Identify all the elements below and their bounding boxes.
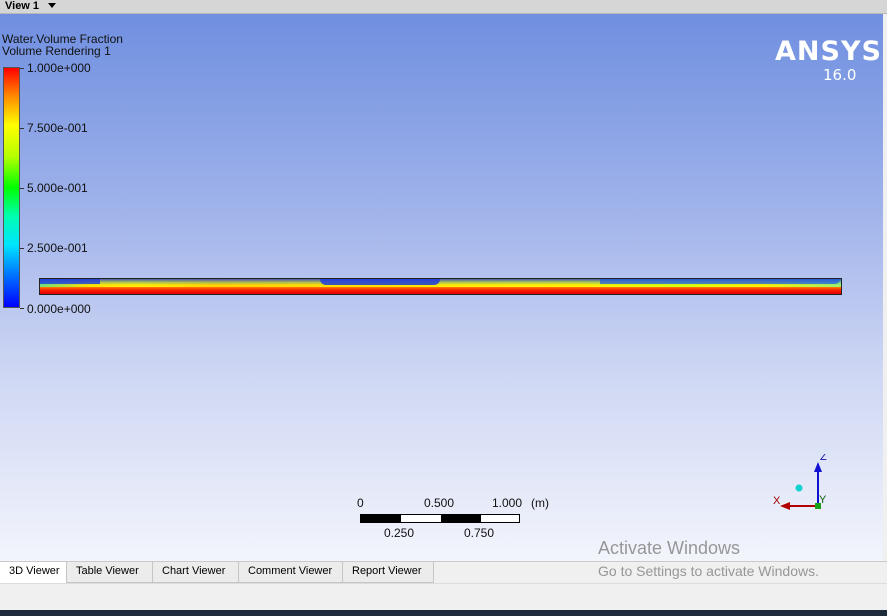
activate-windows-subtitle: Go to Settings to activate Windows. [598, 563, 819, 579]
scale-bar [360, 514, 520, 523]
x-axis-arrow [780, 502, 790, 510]
x-axis-label: X [773, 495, 781, 507]
domain-water-layer [40, 287, 841, 294]
colorbar-tick-label: 2.500e-001 [27, 241, 88, 255]
scale-label: 0.250 [384, 526, 415, 540]
colorbar-tick [20, 68, 24, 69]
volume-rendering-domain[interactable] [39, 278, 842, 295]
view-header: View 1 [0, 0, 887, 14]
scale-segment [361, 515, 401, 522]
tab-3d-viewer[interactable]: 3D Viewer [0, 562, 67, 584]
tab-table-viewer[interactable]: Table Viewer [67, 562, 153, 583]
view-title: View 1 [5, 0, 40, 12]
taskbar-edge [0, 610, 887, 616]
chevron-down-icon[interactable] [48, 3, 56, 8]
3d-viewport[interactable]: Water.Volume Fraction Volume Rendering 1… [0, 14, 883, 561]
domain-region [320, 279, 440, 285]
colorbar-tick [20, 248, 24, 249]
scale-label: 0 [357, 496, 364, 510]
colorbar-tick-label: 5.000e-001 [27, 181, 88, 195]
z-axis-arrow [814, 462, 822, 472]
scale-label: 1.000 [492, 496, 523, 510]
domain-region [40, 279, 100, 284]
colorbar-tick [20, 308, 24, 309]
z-axis-label: Z [820, 454, 827, 463]
colorbar-tick-label: 1.000e+000 [27, 61, 91, 75]
colorbar-tick [20, 188, 24, 189]
colorbar-tick-label: 7.500e-001 [27, 121, 88, 135]
scale-label: 0.500 [424, 496, 455, 510]
scale-unit: (m) [531, 496, 549, 510]
y-axis-label: Y [819, 494, 827, 506]
legend-subtitle: Volume Rendering 1 [2, 44, 111, 58]
tab-comment-viewer[interactable]: Comment Viewer [239, 562, 343, 583]
scale-segment [441, 515, 481, 522]
colorbar-tick [20, 128, 24, 129]
tab-report-viewer[interactable]: Report Viewer [343, 562, 434, 583]
domain-region [600, 279, 840, 284]
scale-label: 0.750 [464, 526, 495, 540]
tab-chart-viewer[interactable]: Chart Viewer [153, 562, 239, 583]
colorbar [3, 67, 20, 308]
ansys-logo: ANSYS [775, 36, 882, 67]
origin-sphere [795, 484, 803, 492]
ansys-version: 16.0 [823, 66, 857, 84]
axis-triad[interactable]: Z X Y [770, 454, 850, 534]
colorbar-tick-label: 0.000e+000 [27, 302, 91, 316]
activate-windows-title: Activate Windows [598, 538, 741, 558]
